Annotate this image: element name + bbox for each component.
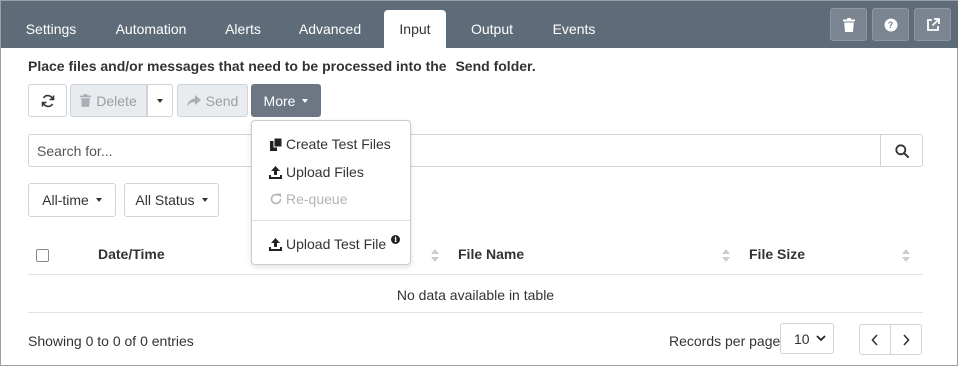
upload-icon — [269, 237, 282, 251]
search-icon — [894, 143, 909, 158]
tab-bar: Settings Automation Alerts Advanced Inpu… — [1, 1, 958, 48]
instruction-folder: Send — [455, 58, 490, 74]
menu-item-upload-files[interactable]: Upload Files — [252, 161, 410, 183]
help-glyph: ? — [887, 19, 894, 30]
more-button[interactable]: More — [251, 84, 321, 117]
sort-icon[interactable] — [431, 248, 439, 264]
delete-all-button[interactable] — [830, 8, 867, 41]
more-label: More — [263, 92, 296, 109]
chevron-down-icon — [302, 98, 309, 103]
records-per-page-value: 10 — [794, 330, 810, 347]
sort-icon[interactable] — [902, 248, 910, 264]
search-input[interactable] — [28, 134, 881, 167]
window-frame: Settings Automation Alerts Advanced Inpu… — [0, 0, 958, 366]
tab-output[interactable]: Output — [460, 10, 524, 48]
column-header-date-time[interactable]: Date/Time — [98, 246, 165, 266]
tab-input[interactable]: Input — [384, 10, 446, 48]
column-header-file-name[interactable]: File Name — [458, 246, 524, 266]
copy-icon — [269, 137, 282, 151]
open-external-button[interactable] — [914, 8, 951, 41]
previous-page-button[interactable] — [859, 324, 891, 355]
menu-item-upload-test-file[interactable]: Upload Test File i — [252, 233, 410, 255]
delete-label: Delete — [96, 92, 137, 109]
menu-item-create-test-files[interactable]: Create Test Files — [252, 133, 410, 155]
menu-divider — [252, 220, 410, 221]
more-dropdown-menu: Create Test Files Upload Files Re-queue — [251, 120, 411, 265]
table-bottom-divider — [28, 312, 923, 313]
chevron-right-icon — [903, 333, 910, 346]
menu-item-label: Upload Files — [286, 164, 364, 180]
status-filter-dropdown[interactable]: All Status — [124, 183, 219, 217]
send-button[interactable]: Send — [177, 84, 248, 117]
chevron-down-icon — [95, 198, 102, 202]
tab-alerts[interactable]: Alerts — [215, 10, 271, 48]
help-button[interactable]: ? — [872, 8, 909, 41]
menu-item-label: Re-queue — [286, 191, 348, 207]
next-page-button[interactable] — [890, 324, 922, 355]
delete-button[interactable]: Delete — [70, 84, 147, 117]
send-label: Send — [205, 92, 239, 109]
chevron-down-icon — [157, 98, 163, 103]
menu-item-requeue[interactable]: Re-queue — [252, 188, 410, 210]
info-icon[interactable]: i — [391, 234, 401, 244]
time-filter-label: All-time — [42, 192, 89, 208]
tab-advanced[interactable]: Advanced — [289, 10, 371, 48]
select-all-checkbox[interactable] — [36, 249, 49, 262]
column-header-file-size[interactable]: File Size — [749, 246, 805, 266]
records-per-page-label: Records per page: — [669, 333, 785, 349]
chevron-down-icon — [201, 198, 208, 202]
search-button[interactable] — [880, 134, 923, 167]
tab-events[interactable]: Events — [543, 10, 605, 48]
chevron-left-icon — [871, 333, 878, 346]
instruction-text: Place files and/or messages that need to… — [28, 58, 536, 74]
refresh-button[interactable] — [28, 84, 67, 117]
sort-icon[interactable] — [722, 248, 730, 264]
entries-summary: Showing 0 to 0 of 0 entries — [28, 333, 194, 349]
table-header-divider — [28, 274, 923, 275]
empty-table-message: No data available in table — [396, 287, 555, 303]
time-filter-dropdown[interactable]: All-time — [28, 183, 116, 217]
tab-automation[interactable]: Automation — [105, 10, 197, 48]
instruction-suffix: folder. — [493, 58, 536, 74]
share-icon — [186, 94, 201, 106]
external-link-icon — [926, 17, 940, 31]
menu-item-label: Upload Test File — [286, 236, 387, 252]
status-filter-label: All Status — [135, 192, 195, 208]
tab-settings[interactable]: Settings — [15, 10, 87, 48]
records-per-page-select[interactable]: 10 — [780, 323, 834, 354]
upload-icon — [269, 165, 282, 179]
menu-item-label: Create Test Files — [286, 136, 391, 152]
refresh-icon — [41, 94, 54, 107]
delete-options-toggle[interactable] — [147, 84, 173, 117]
instruction-prefix: Place files and/or messages that need to… — [28, 58, 447, 74]
trash-icon — [80, 94, 92, 107]
redo-icon — [269, 193, 282, 206]
chevron-down-icon — [816, 335, 826, 342]
trash-icon — [842, 17, 855, 32]
